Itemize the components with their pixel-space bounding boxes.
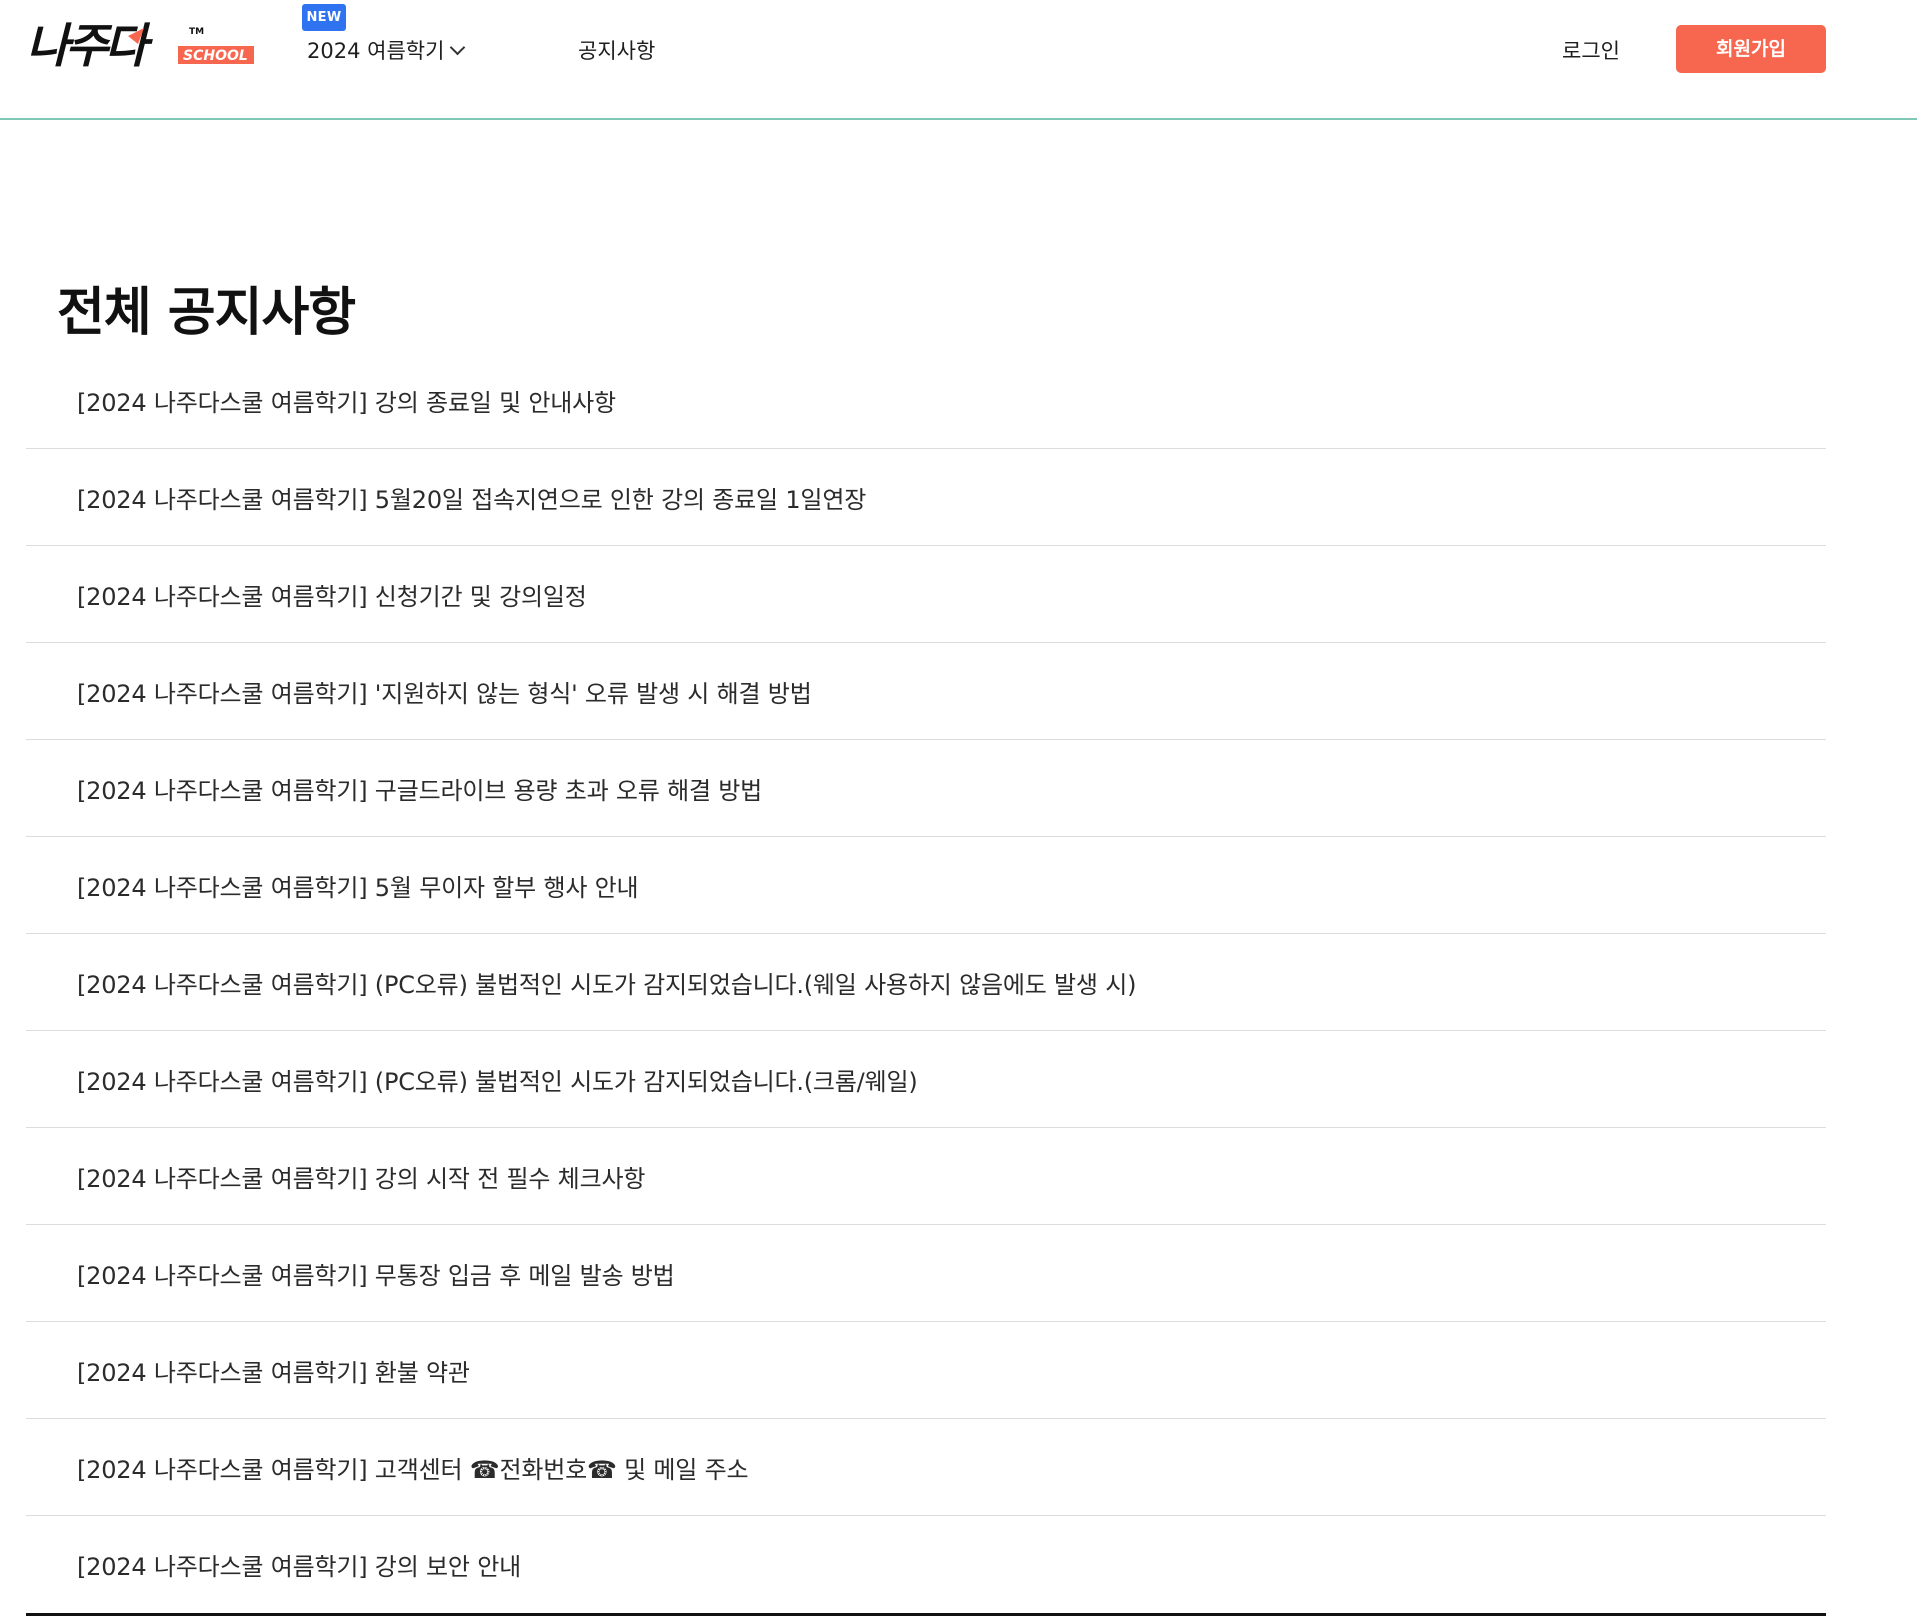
logo-graphic: 나주다 TM SCHOOL (26, 19, 254, 74)
logo-sub-text: SCHOOL (183, 48, 248, 64)
notice-item[interactable]: [2024 나주다스쿨 여름학기] 무통장 입금 후 메일 발송 방법 (26, 1225, 1826, 1322)
notice-list: [2024 나주다스쿨 여름학기] 강의 종료일 및 안내사항 [2024 나주… (26, 352, 1826, 1616)
site-header: 나주다 TM SCHOOL NEW 2024 여름학기 공지사항 로그인 회원가… (0, 0, 1917, 120)
login-link[interactable]: 로그인 (1562, 36, 1620, 66)
notice-item[interactable]: [2024 나주다스쿨 여름학기] (PC오류) 불법적인 시도가 감지되었습니… (26, 934, 1826, 1031)
chevron-down-icon (450, 39, 466, 56)
notice-item[interactable]: [2024 나주다스쿨 여름학기] 강의 시작 전 필수 체크사항 (26, 1128, 1826, 1225)
notice-title: [2024 나주다스쿨 여름학기] (PC오류) 불법적인 시도가 감지되었습니… (77, 1067, 918, 1096)
signup-button[interactable]: 회원가입 (1676, 25, 1826, 73)
notice-title: [2024 나주다스쿨 여름학기] '지원하지 않는 형식' 오류 발생 시 해… (77, 679, 812, 708)
notice-title: [2024 나주다스쿨 여름학기] 무통장 입금 후 메일 발송 방법 (77, 1261, 675, 1290)
nav-notice-link[interactable]: 공지사항 (578, 36, 655, 66)
logo-main-text: 나주다 (26, 19, 153, 74)
new-badge: NEW (302, 4, 346, 31)
notice-item[interactable]: [2024 나주다스쿨 여름학기] 신청기간 및 강의일정 (26, 546, 1826, 643)
nav-semester-dropdown[interactable]: 2024 여름학기 (307, 36, 466, 66)
notice-item[interactable]: [2024 나주다스쿨 여름학기] 강의 종료일 및 안내사항 (26, 352, 1826, 449)
notice-title: [2024 나주다스쿨 여름학기] 5월 무이자 할부 행사 안내 (77, 873, 639, 902)
notice-title: [2024 나주다스쿨 여름학기] (PC오류) 불법적인 시도가 감지되었습니… (77, 970, 1137, 999)
nav-semester-label: 2024 여름학기 (307, 39, 445, 63)
notice-item[interactable]: [2024 나주다스쿨 여름학기] 5월20일 접속지연으로 인한 강의 종료일… (26, 449, 1826, 546)
notice-item[interactable]: [2024 나주다스쿨 여름학기] 고객센터 ☎전화번호☎ 및 메일 주소 (26, 1419, 1826, 1516)
logo-trademark: TM (189, 27, 204, 37)
notice-item[interactable]: [2024 나주다스쿨 여름학기] 5월 무이자 할부 행사 안내 (26, 837, 1826, 934)
page-title: 전체 공지사항 (57, 283, 356, 343)
notice-title: [2024 나주다스쿨 여름학기] 강의 보안 안내 (77, 1553, 521, 1581)
notice-title: [2024 나주다스쿨 여름학기] 강의 시작 전 필수 체크사항 (77, 1164, 646, 1193)
notice-item[interactable]: [2024 나주다스쿨 여름학기] 환불 약관 (26, 1322, 1826, 1419)
notice-title: [2024 나주다스쿨 여름학기] 강의 종료일 및 안내사항 (77, 388, 616, 417)
notice-title: [2024 나주다스쿨 여름학기] 고객센터 ☎전화번호☎ 및 메일 주소 (77, 1455, 749, 1484)
site-logo[interactable]: 나주다 TM SCHOOL (24, 14, 256, 74)
notice-item[interactable]: [2024 나주다스쿨 여름학기] '지원하지 않는 형식' 오류 발생 시 해… (26, 643, 1826, 740)
notice-item[interactable]: [2024 나주다스쿨 여름학기] 강의 보안 안내 (26, 1516, 1826, 1613)
notice-title: [2024 나주다스쿨 여름학기] 5월20일 접속지연으로 인한 강의 종료일… (77, 485, 867, 514)
notice-title: [2024 나주다스쿨 여름학기] 신청기간 및 강의일정 (77, 582, 587, 611)
notice-item[interactable]: [2024 나주다스쿨 여름학기] (PC오류) 불법적인 시도가 감지되었습니… (26, 1031, 1826, 1128)
notice-title: [2024 나주다스쿨 여름학기] 구글드라이브 용량 초과 오류 해결 방법 (77, 776, 763, 805)
notice-title: [2024 나주다스쿨 여름학기] 환불 약관 (77, 1358, 470, 1387)
notice-item[interactable]: [2024 나주다스쿨 여름학기] 구글드라이브 용량 초과 오류 해결 방법 (26, 740, 1826, 837)
